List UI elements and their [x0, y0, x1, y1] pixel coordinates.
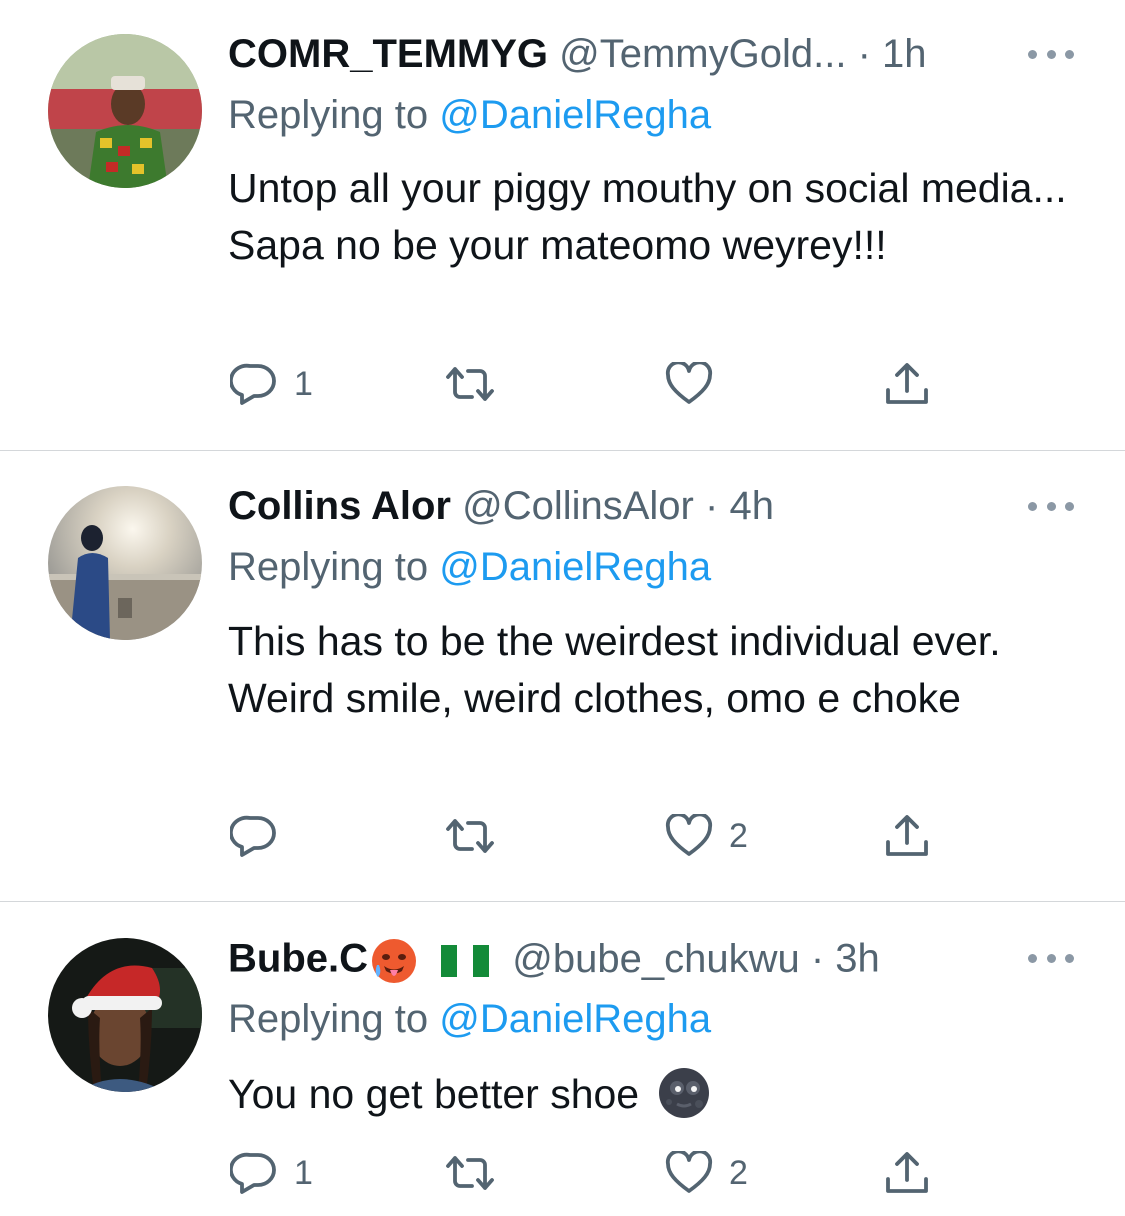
share-icon — [886, 815, 928, 856]
retweet-icon — [446, 367, 494, 401]
retweet-action[interactable] — [442, 816, 498, 856]
more-icon[interactable] — [1028, 948, 1074, 968]
like-count: 2 — [729, 1153, 748, 1192]
timestamp[interactable]: 4h — [729, 484, 774, 528]
reply-icon — [230, 363, 276, 405]
separator-dot: · — [705, 484, 719, 528]
replying-to-mention[interactable]: @DanielRegha — [439, 93, 711, 137]
separator-dot: · — [857, 32, 871, 76]
reply-tweet-3[interactable]: Bube.C @bube_chukwu · 3h Replying to @Da… — [0, 902, 1125, 1216]
replying-to-mention[interactable]: @DanielRegha — [439, 997, 711, 1041]
user-handle[interactable]: @bube_chukwu — [512, 937, 799, 981]
new-moon-face-icon — [658, 1068, 709, 1119]
user-handle[interactable]: @TemmyGold... — [559, 32, 846, 76]
like-action[interactable]: 2 — [665, 814, 748, 858]
tweet-text: You no get better shoe — [228, 1071, 640, 1117]
replying-to-label: Replying to — [228, 545, 429, 589]
avatar[interactable] — [48, 938, 202, 1092]
display-name[interactable]: Bube.C — [228, 937, 368, 981]
reply-icon — [230, 815, 276, 857]
avatar[interactable] — [48, 486, 202, 640]
retweet-icon — [446, 819, 494, 853]
reply-count: 1 — [294, 1153, 313, 1192]
like-action[interactable] — [665, 362, 729, 406]
user-handle[interactable]: @CollinsAlor — [462, 484, 694, 528]
like-icon — [665, 362, 713, 404]
more-icon[interactable] — [1028, 496, 1074, 516]
retweet-action[interactable] — [442, 364, 498, 404]
share-action[interactable] — [884, 362, 930, 406]
retweet-action[interactable] — [442, 1153, 498, 1193]
display-name[interactable]: COMR_TEMMYG — [228, 32, 548, 76]
hot-face-icon — [372, 939, 416, 983]
tweet-text: This has to be the weirdest individual e… — [228, 618, 1001, 721]
tweet-text: Untop all your piggy mouthy on social me… — [228, 165, 1067, 268]
avatar[interactable] — [48, 34, 202, 188]
reply-action[interactable]: 1 — [230, 1151, 313, 1195]
display-name[interactable]: Collins Alor — [228, 484, 451, 528]
reply-count: 1 — [294, 364, 313, 403]
replying-to-mention[interactable]: @DanielRegha — [439, 545, 711, 589]
reply-icon — [230, 1152, 276, 1194]
share-icon — [886, 1152, 928, 1193]
like-icon — [665, 814, 713, 856]
timestamp[interactable]: 1h — [882, 32, 927, 76]
reply-action[interactable]: 1 — [230, 362, 313, 406]
share-icon — [886, 363, 928, 404]
separator-dot: · — [810, 936, 825, 981]
avatar-image — [48, 486, 202, 640]
share-action[interactable] — [884, 814, 930, 858]
like-icon — [665, 1151, 713, 1193]
reply-action[interactable] — [230, 814, 294, 858]
like-action[interactable]: 2 — [665, 1151, 748, 1195]
avatar-image — [48, 34, 202, 188]
reply-tweet-2[interactable]: Collins Alor @CollinsAlor · 4h Replying … — [0, 451, 1125, 901]
share-action[interactable] — [884, 1151, 930, 1195]
nigeria-flag-icon — [441, 945, 490, 977]
replying-to-label: Replying to — [228, 93, 429, 137]
timestamp[interactable]: 3h — [835, 937, 880, 981]
reply-tweet-1[interactable]: COMR_TEMMYG @TemmyGold... · 1h Replying … — [0, 0, 1125, 450]
like-count: 2 — [729, 816, 748, 855]
retweet-icon — [446, 1156, 494, 1190]
avatar-image — [48, 938, 202, 1092]
more-icon[interactable] — [1028, 44, 1074, 64]
replying-to-label: Replying to — [228, 997, 429, 1041]
